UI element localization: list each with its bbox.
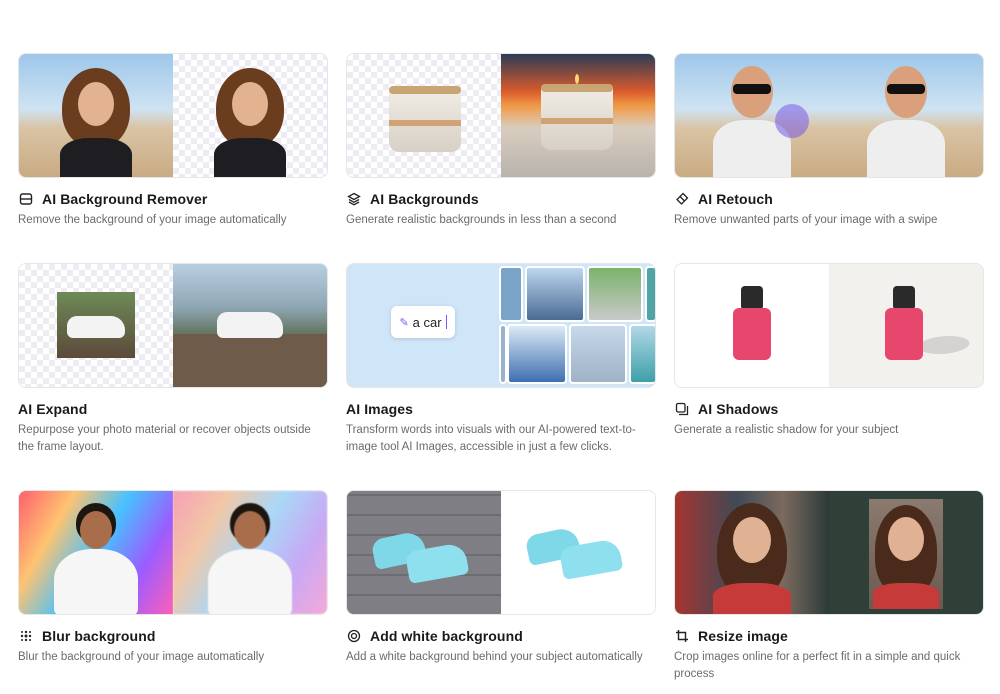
card-title: AI Images [346, 401, 414, 417]
cutout-photo [173, 54, 327, 177]
thumbnail-ai-retouch [674, 53, 984, 178]
pencil-icon: ✎ [399, 316, 409, 329]
product-no-shadow [675, 264, 829, 387]
white-background-icon [346, 628, 362, 644]
background-remover-icon [18, 191, 34, 207]
card-title: AI Backgrounds [370, 191, 479, 207]
card-title: AI Shadows [698, 401, 779, 417]
sharp-background-photo [19, 491, 173, 614]
sneakers-original [347, 491, 501, 614]
card-description: Generate realistic backgrounds in less t… [346, 214, 617, 226]
sneakers-white-background [501, 491, 655, 614]
card-description: Blur the background of your image automa… [18, 651, 265, 663]
thumbnail-ai-images: ✎ a car [346, 263, 656, 388]
thumbnail-background-remover [18, 53, 328, 178]
card-description: Crop images online for a perfect fit in … [674, 651, 961, 680]
card-title: Resize image [698, 628, 788, 644]
card-ai-retouch[interactable]: AI Retouch Remove unwanted parts of your… [674, 53, 984, 263]
product-with-shadow [829, 264, 983, 387]
thumbnail-ai-expand [18, 263, 328, 388]
resized-photo [829, 491, 983, 614]
card-title: AI Background Remover [42, 191, 208, 207]
crop-icon [674, 628, 690, 644]
card-title: Add white background [370, 628, 523, 644]
shadow-icon [674, 401, 690, 417]
card-ai-backgrounds[interactable]: AI Backgrounds Generate realistic backgr… [346, 53, 656, 263]
blur-icon [18, 628, 34, 644]
card-description: Remove unwanted parts of your image with… [674, 214, 938, 226]
layers-icon [346, 191, 362, 207]
candle-with-background [501, 54, 655, 177]
card-description: Remove the background of your image auto… [18, 214, 287, 226]
thumbnail-ai-shadows [674, 263, 984, 388]
card-title: AI Expand [18, 401, 88, 417]
thumbnail-resize-image [674, 490, 984, 615]
card-ai-shadows[interactable]: AI Shadows Generate a realistic shadow f… [674, 263, 984, 490]
tools-grid: AI Background Remover Remove the backgro… [18, 53, 984, 680]
card-title: AI Retouch [698, 191, 773, 207]
prompt-text: a car [412, 314, 442, 330]
card-description: Generate a realistic shadow for your sub… [674, 424, 899, 436]
card-resize-image[interactable]: Resize image Crop images online for a pe… [674, 490, 984, 680]
original-crop [19, 264, 173, 387]
card-ai-expand[interactable]: AI Expand Repurpose your photo material … [18, 263, 328, 490]
card-add-white-background[interactable]: Add white background Add a white backgro… [346, 490, 656, 680]
thumbnail-add-white-background [346, 490, 656, 615]
card-description: Repurpose your photo material or recover… [18, 424, 311, 453]
card-description: Add a white background behind your subje… [346, 651, 643, 663]
after-photo [829, 54, 983, 177]
expanded-photo [173, 264, 327, 387]
thumbnail-blur-background [18, 490, 328, 615]
card-title: Blur background [42, 628, 156, 644]
original-photo [19, 54, 173, 177]
before-photo [675, 54, 829, 177]
blurred-background-photo [173, 491, 327, 614]
thumbnail-ai-backgrounds [346, 53, 656, 178]
eraser-icon [674, 191, 690, 207]
card-ai-images[interactable]: ✎ a car AI Images Transform words into v… [346, 263, 656, 490]
candle-cutout [347, 54, 501, 177]
card-blur-background[interactable]: Blur background Blur the background of y… [18, 490, 328, 680]
card-ai-background-remover[interactable]: AI Background Remover Remove the backgro… [18, 53, 328, 263]
prompt-input-preview: ✎ a car [391, 306, 455, 338]
original-wide-photo [675, 491, 829, 614]
card-description: Transform words into visuals with our AI… [346, 424, 636, 453]
